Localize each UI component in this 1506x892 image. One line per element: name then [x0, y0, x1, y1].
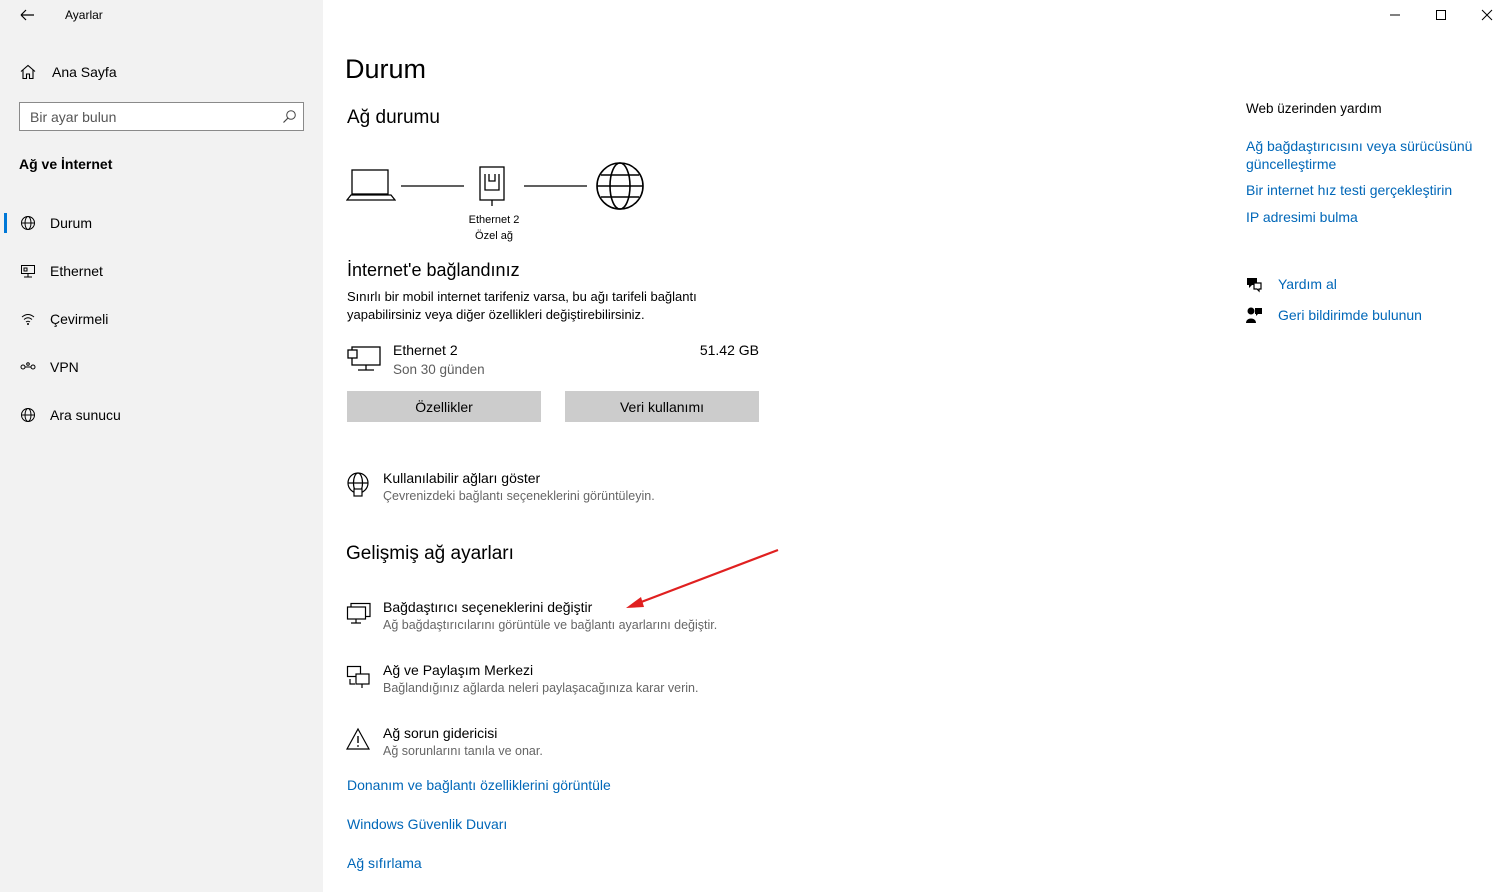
connection-line-2 [524, 185, 587, 187]
show-networks-desc: Çevrenizdeki bağlantı seçeneklerini görü… [383, 489, 655, 503]
adapter-options-desc: Ağ bağdaştırıcılarını görüntüle ve bağla… [383, 618, 718, 632]
close-icon [1481, 9, 1493, 21]
sharing-center-item[interactable]: Ağ ve Paylaşım Merkezi Bağlandığınız ağl… [346, 662, 786, 702]
page-title: Durum [345, 54, 427, 84]
network-reset-link[interactable]: Ağ sıfırlama [347, 855, 422, 871]
status-globe-icon [19, 214, 37, 232]
sharing-center-icon [346, 665, 370, 688]
sidebar-item-vpn[interactable]: VPN [0, 347, 323, 387]
minimize-icon [1390, 14, 1400, 16]
connection-line-1 [401, 185, 464, 187]
show-networks-option[interactable]: Kullanılabilir ağları göster Çevrenizdek… [346, 470, 786, 510]
maximize-button[interactable] [1418, 0, 1464, 30]
app-title: Ayarlar [65, 8, 103, 22]
advanced-heading: Gelişmiş ağ ayarları [346, 543, 514, 564]
laptop-icon [346, 169, 396, 201]
sidebar: Ayarlar Ana Sayfa Ağ ve İnternet Durum E… [0, 0, 323, 892]
warning-icon [346, 727, 370, 750]
search-box[interactable] [19, 102, 304, 131]
adapter-name: Ethernet 2 [468, 214, 520, 226]
feedback-row[interactable]: Geri bildirimde bulunun [1245, 306, 1422, 324]
ethernet-adapter-icon [347, 346, 381, 371]
update-driver-link[interactable]: Ağ bağdaştırıcısını veya sürücüsünü günc… [1246, 137, 1486, 173]
web-help-title: Web üzerinden yardım [1246, 101, 1382, 116]
usage-period: Son 30 günden [393, 362, 485, 377]
feedback-icon [1246, 307, 1262, 323]
data-usage-button[interactable]: Veri kullanımı [565, 391, 759, 422]
vpn-icon [19, 358, 37, 376]
minimize-button[interactable] [1372, 0, 1418, 30]
maximize-icon [1436, 10, 1446, 20]
find-ip-link[interactable]: IP adresimi bulma [1246, 209, 1358, 225]
sidebar-item-label: Ethernet [50, 263, 103, 279]
home-icon [20, 64, 36, 80]
sidebar-item-label: Çevirmeli [50, 311, 109, 327]
connected-heading: İnternet'e bağlandınız [347, 260, 520, 280]
sharing-center-title: Ağ ve Paylaşım Merkezi [383, 662, 534, 678]
network-status-heading: Ağ durumu [347, 107, 440, 128]
properties-button[interactable]: Özellikler [347, 391, 541, 422]
search-icon[interactable] [282, 109, 297, 124]
troubleshooter-item[interactable]: Ağ sorun gidericisi Ağ sorunlarını tanıl… [346, 725, 786, 765]
connected-description: Sınırlı bir mobil internet tarifeniz var… [347, 289, 697, 322]
sidebar-item-label: Durum [50, 215, 93, 231]
troubleshooter-title: Ağ sorun gidericisi [383, 725, 498, 741]
hardware-properties-link[interactable]: Donanım ve bağlantı özelliklerini görünt… [347, 777, 611, 793]
home-label: Ana Sayfa [52, 64, 117, 80]
proxy-globe-icon [19, 406, 37, 424]
sidebar-item-ethernet[interactable]: Ethernet [0, 251, 323, 291]
network-diagram: Ethernet 2 Özel ağ [346, 160, 646, 250]
usage-amount: 51.42 GB [699, 342, 759, 358]
get-help-row[interactable]: Yardım al [1245, 275, 1337, 293]
sidebar-item-ara-sunucu[interactable]: Ara sunucu [0, 395, 323, 435]
show-networks-title: Kullanılabilir ağları göster [383, 470, 541, 486]
troubleshooter-desc: Ağ sorunlarını tanıla ve onar. [383, 744, 543, 758]
speed-test-link[interactable]: Bir internet hız testi gerçekleştirin [1246, 182, 1452, 198]
network-type: Özel ağ [475, 230, 513, 242]
usage-adapter-name: Ethernet 2 [393, 342, 458, 358]
globe-network-icon [347, 472, 369, 497]
dialup-icon [19, 310, 37, 328]
ethernet-icon [19, 262, 37, 280]
home-nav-item[interactable]: Ana Sayfa [19, 60, 117, 84]
sharing-center-desc: Bağlandığınız ağlarda neleri paylaşacağı… [383, 681, 699, 695]
search-input[interactable] [20, 103, 285, 131]
category-title: Ağ ve İnternet [19, 156, 113, 172]
windows-firewall-link[interactable]: Windows Güvenlik Duvarı [347, 816, 507, 832]
close-button[interactable] [1464, 0, 1506, 30]
get-help-link[interactable]: Yardım al [1278, 276, 1337, 292]
sidebar-item-label: Ara sunucu [50, 407, 121, 423]
router-icon [479, 166, 505, 206]
diagram-caption: Ethernet 2 Özel ağ [450, 212, 538, 244]
adapter-icon [346, 602, 371, 624]
annotation-arrow [626, 548, 779, 608]
sidebar-item-label: VPN [50, 359, 79, 375]
feedback-link[interactable]: Geri bildirimde bulunun [1278, 307, 1422, 323]
back-arrow-icon [20, 9, 34, 21]
sidebar-item-cevirmeli[interactable]: Çevirmeli [0, 299, 323, 339]
internet-globe-icon [596, 162, 644, 210]
sidebar-item-durum[interactable]: Durum [0, 203, 323, 243]
chat-help-icon [1247, 278, 1262, 293]
back-button[interactable] [14, 4, 40, 26]
